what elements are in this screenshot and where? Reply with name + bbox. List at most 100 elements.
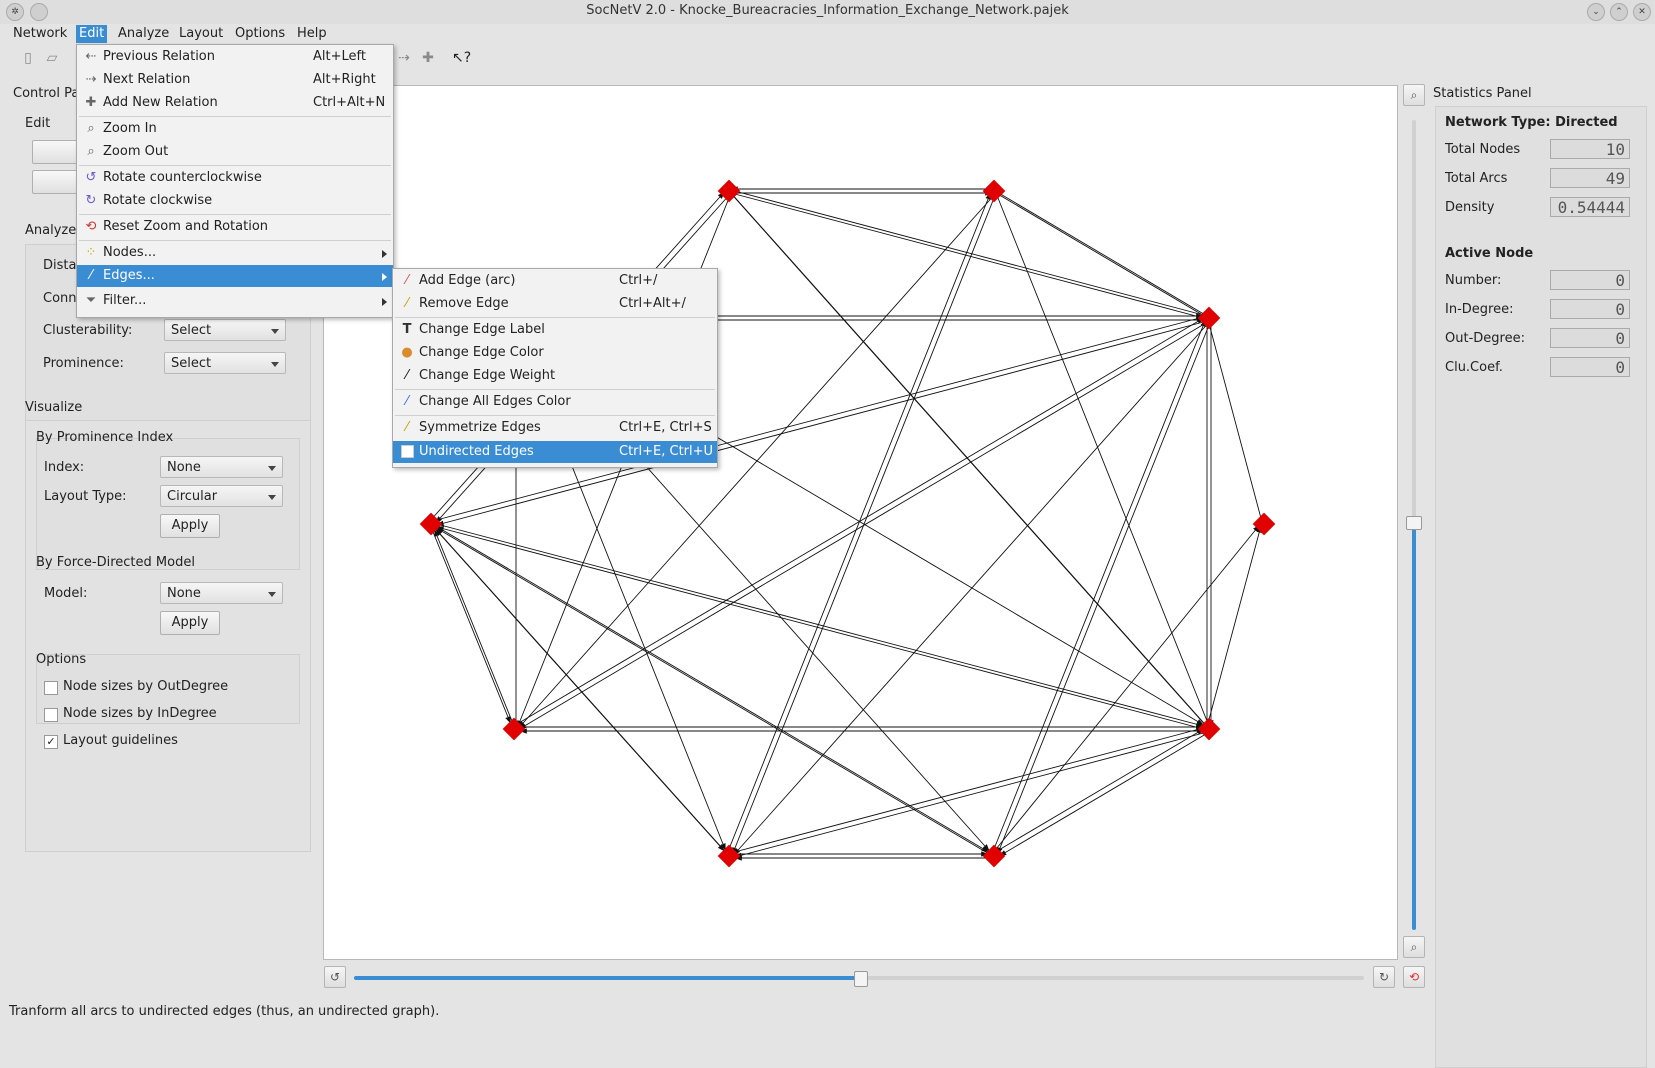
line-color-icon: ⁄: [405, 394, 409, 409]
graph-edge[interactable]: [991, 521, 1263, 855]
new-file-icon[interactable]: ▯: [20, 50, 36, 66]
menu-add-new-relation[interactable]: ✚ Add New Relation Ctrl+Alt+N: [77, 92, 393, 114]
clusterability-select[interactable]: Select: [164, 319, 286, 341]
graph-canvas[interactable]: [323, 85, 1398, 960]
graph-edge[interactable]: [730, 319, 1212, 859]
menu-symmetrize-edges[interactable]: ⁄ Symmetrize Edges Ctrl+E, Ctrl+S: [393, 417, 717, 439]
zoom-slider-fill: [1412, 525, 1416, 930]
menu-change-edge-color[interactable]: ● Change Edge Color: [393, 342, 717, 364]
graph-edge[interactable]: [432, 525, 997, 859]
apply-prominence-button[interactable]: Apply: [160, 514, 220, 538]
menu-analyze[interactable]: Analyze: [115, 25, 172, 43]
graph-edge[interactable]: [428, 521, 513, 728]
checkbox-icon: [399, 444, 415, 460]
menu-remove-edge[interactable]: ⁄ Remove Edge Ctrl+Alt+/: [393, 293, 717, 315]
rotate-right-button[interactable]: ↻: [1373, 966, 1395, 988]
menu-options[interactable]: Options: [232, 25, 288, 43]
menu-change-edge-label[interactable]: T Change Edge Label: [393, 319, 717, 341]
graph-edge[interactable]: [726, 726, 1208, 855]
graph-edge[interactable]: [995, 192, 1212, 321]
menu-separator: [79, 240, 391, 241]
menu-network[interactable]: Network: [10, 25, 70, 43]
menu-label: Add Edge (arc): [419, 273, 516, 288]
graph-node[interactable]: [982, 179, 1006, 203]
index-select[interactable]: None: [160, 456, 283, 478]
menu-filter[interactable]: ⏷ Filter...: [77, 290, 393, 312]
rotate-left-button[interactable]: ↺: [324, 966, 346, 988]
graph-edge[interactable]: [1206, 521, 1263, 728]
menu-change-edge-weight[interactable]: ⁄ Change Edge Weight: [393, 365, 717, 387]
graph-edge[interactable]: [1206, 315, 1263, 523]
menu-separator: [79, 116, 391, 117]
graph-edge[interactable]: [726, 188, 993, 855]
menu-next-relation[interactable]: ⇢ Next Relation Alt+Right: [77, 69, 393, 91]
reset-icon: ⟲: [1408, 970, 1420, 984]
indegree-value: 0: [1550, 299, 1630, 319]
apply-force-button[interactable]: Apply: [160, 611, 220, 635]
layout-type-select[interactable]: Circular: [160, 485, 283, 507]
menu-shortcut: Ctrl+Alt+N: [313, 95, 386, 110]
reset-zoom-button[interactable]: ⟲: [1403, 966, 1425, 988]
zoom-slider-handle[interactable]: [1406, 516, 1422, 530]
graph-edge[interactable]: [432, 525, 517, 732]
rotation-slider-handle[interactable]: [854, 971, 868, 987]
plus-icon[interactable]: ✚: [420, 50, 436, 66]
whats-this-icon[interactable]: ↖?: [452, 50, 471, 66]
add-node-button[interactable]: [32, 140, 82, 164]
network-graph[interactable]: [324, 86, 1397, 959]
open-file-icon[interactable]: ▱: [44, 50, 60, 66]
graph-node[interactable]: [1252, 512, 1276, 536]
menu-change-all-edges-color[interactable]: ⁄ Change All Edges Color: [393, 391, 717, 413]
chevron-down-icon: [271, 329, 279, 334]
menu-label: Add New Relation: [103, 95, 218, 110]
menu-add-edge[interactable]: ⁄ Add Edge (arc) Ctrl+/: [393, 270, 717, 292]
menu-edit[interactable]: Edit: [76, 25, 108, 43]
graph-node[interactable]: [717, 844, 741, 868]
graph-edge[interactable]: [991, 188, 1208, 317]
graph-edge[interactable]: [730, 192, 997, 859]
menu-layout[interactable]: Layout: [176, 25, 226, 43]
zoom-in-button[interactable]: ⌕: [1403, 84, 1425, 106]
menu-undirected-edges[interactable]: Undirected Edges Ctrl+E, Ctrl+U: [393, 441, 717, 463]
menu-rotate-ccw[interactable]: ↺ Rotate counterclockwise: [77, 167, 393, 189]
graph-edge[interactable]: [428, 521, 728, 855]
prominence-select[interactable]: Select: [164, 352, 286, 374]
minimize-icon[interactable]: ⌄: [1587, 3, 1605, 21]
graph-node[interactable]: [717, 179, 741, 203]
graph-edge[interactable]: [730, 730, 1212, 859]
menu-nodes[interactable]: ⁘ Nodes...: [77, 242, 393, 264]
menu-reset-zoom[interactable]: ⟲ Reset Zoom and Rotation: [77, 216, 393, 238]
graph-edge[interactable]: [995, 319, 1212, 859]
model-select[interactable]: None: [160, 582, 283, 604]
graph-node[interactable]: [419, 512, 443, 536]
menu-rotate-cw[interactable]: ↻ Rotate clockwise: [77, 190, 393, 212]
add-edge-button[interactable]: [32, 170, 82, 194]
outdegree-checkbox[interactable]: [44, 681, 58, 695]
indegree-checkbox[interactable]: [44, 708, 58, 722]
menu-previous-relation[interactable]: ⇠ Previous Relation Alt+Left: [77, 46, 393, 68]
connectivity-label: Conn: [43, 291, 77, 306]
guidelines-checkbox[interactable]: ✓: [44, 735, 58, 749]
reset-icon: ⟲: [85, 219, 97, 234]
graph-edge[interactable]: [995, 730, 1212, 859]
graph-edge[interactable]: [991, 315, 1208, 855]
graph-edge[interactable]: [428, 521, 993, 855]
arrow-right-icon[interactable]: ⇢: [396, 50, 412, 66]
title-bar: ✲ SocNetV 2.0 - Knocke_Bureacracies_Info…: [0, 0, 1655, 25]
menu-edges[interactable]: ⁄ Edges...: [77, 265, 393, 287]
model-value: None: [167, 586, 201, 601]
graph-edge[interactable]: [991, 726, 1208, 855]
menu-separator: [395, 389, 715, 390]
menu-help[interactable]: Help: [294, 25, 330, 43]
menu-zoom-out[interactable]: ⌕ Zoom Out: [77, 141, 393, 163]
close-icon[interactable]: ✕: [1633, 3, 1651, 21]
menu-shortcut: Ctrl+/: [619, 273, 658, 288]
menu-label: Previous Relation: [103, 49, 215, 64]
menu-zoom-in[interactable]: ⌕ Zoom In: [77, 118, 393, 140]
menu-label: Change Edge Label: [419, 322, 545, 337]
menu-separator: [395, 415, 715, 416]
menu-shortcut: Ctrl+Alt+/: [619, 296, 686, 311]
zoom-out-button[interactable]: ⌕: [1403, 936, 1425, 958]
graph-edge[interactable]: [995, 192, 1212, 732]
maximize-icon[interactable]: ⌃: [1610, 3, 1628, 21]
